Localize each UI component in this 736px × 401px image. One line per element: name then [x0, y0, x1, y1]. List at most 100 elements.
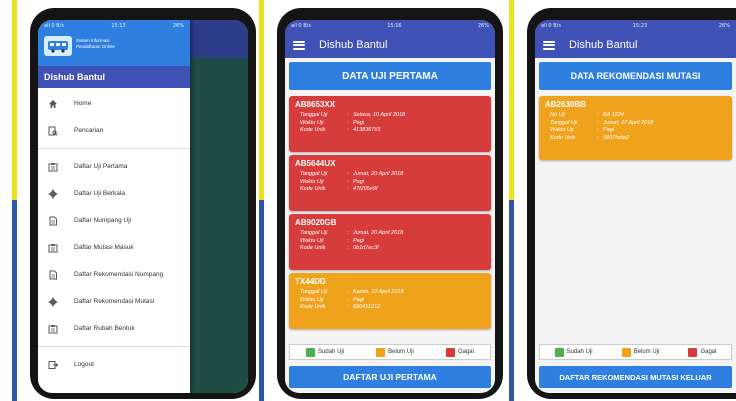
value-waktu: Pagi [353, 178, 365, 185]
card-row-waktu: Waktu Uji: Pagi [295, 120, 485, 128]
card-row-kode: Kode Unik:0b1d7ec3f [295, 245, 485, 253]
home-icon [48, 99, 58, 109]
drawer-header-line-2: Pendaftaran Online [76, 44, 115, 49]
vehicle-plate: AB5644UX [295, 159, 336, 168]
legend-item-belum-uji: Belum Uji [376, 347, 414, 357]
menu-label: Daftar Numpang Uji [74, 217, 132, 224]
legend-label: Sudah Uji [566, 349, 593, 355]
vehicle-plate: AB8653XX [295, 100, 336, 109]
value-tanggal: Kamis, 23 April 2018 [353, 289, 404, 295]
card-row-tanggal: Tanggal Uji: Kamis, 23 April 2018 [295, 289, 485, 297]
card-row-waktu: Waktu Uji: Pagi [545, 127, 726, 135]
menu-label: Daftar Rekomendasi Numpang [74, 271, 164, 278]
menu-item-logout[interactable]: Logout [38, 351, 190, 378]
search-doc-icon [48, 126, 58, 136]
navigation-drawer: all 0 B/s 15:13 26% Sistem Informasi Pen… [38, 20, 190, 393]
document-icon [48, 270, 58, 280]
vehicle-card[interactable]: AB8653XX Tanggal Uji: Selasa, 10 April 20… [289, 96, 491, 152]
bus-icon [48, 41, 68, 53]
legend-swatch-red [688, 347, 698, 357]
status-signal: all 0 B/s [44, 23, 64, 29]
card-row-waktu: Waktu Uji: Pagi [295, 297, 485, 305]
clipboard-icon [48, 243, 58, 253]
label-tanggal: Tanggal Uji [300, 171, 328, 177]
app-bar-title: Dishub Bantul [569, 39, 638, 51]
drawer-menu: Home Pencarian Daftar Uji Pertama Daftar… [38, 88, 190, 378]
vehicle-card[interactable]: AB2630BB No Uji: BA 1224 Tanggal Uji: Juma… [539, 96, 732, 160]
legend-item-sudah-uji: Sudah Uji [554, 347, 593, 357]
logout-icon [48, 360, 58, 370]
status-bar: all 0 B/s 15:13 26% [38, 20, 190, 32]
label-tanggal: Tanggal Uji [550, 119, 578, 126]
label-tanggal: Tanggal Uji [300, 289, 328, 295]
value-waktu: Pagi [603, 127, 615, 133]
value-kode: 680411212 [353, 304, 381, 310]
app-bar: Dishub Bantul [535, 32, 736, 58]
card-row-tanggal: Tanggal Uji: Jumat, 20 April 2018 [295, 230, 485, 238]
vehicle-card[interactable]: TX44DD Tanggal Uji: Kamis, 23 April 2018 … [289, 273, 491, 329]
menu-label: Daftar Rekomendasi Mutasi [74, 298, 155, 305]
section-banner: DATA UJI PERTAMA [289, 62, 491, 90]
status-battery: 26% [718, 23, 730, 29]
status-time: 15:13 [111, 23, 126, 29]
legend-label: Gagal [700, 349, 717, 355]
value-waktu: Pagi [353, 119, 365, 126]
menu-item-home[interactable]: Home [38, 90, 190, 117]
menu-item-daftar-numpang-uji[interactable]: Daftar Numpang Uji [38, 207, 190, 234]
clipboard-icon [48, 324, 58, 334]
menu-item-daftar-rekomendasi-mutasi[interactable]: Daftar Rekomendasi Mutasi [38, 288, 190, 315]
accent-stripe-yellow-3 [509, 0, 514, 200]
drawer-header: Sistem Informasi Pendaftaran Online [38, 32, 190, 66]
legend-label: Belum Uji [388, 349, 414, 355]
label-waktu: Waktu Uji [300, 119, 324, 126]
card-row-waktu: Waktu Uji: Pagi [295, 238, 485, 246]
label-kode: Kode Unik [550, 134, 576, 141]
status-legend: Sudah Uji Belum Uji Gagal [289, 344, 491, 360]
daftar-rekomendasi-mutasi-keluar-button[interactable]: DAFTAR REKOMENDASI MUTASI KELUAR [539, 366, 732, 388]
vehicle-card[interactable]: AB5644UX Tanggal Uji: Jumat, 20 April 201… [289, 155, 491, 211]
label-nouji: No Uji [550, 112, 565, 118]
menu-item-daftar-uji-berkala[interactable]: Daftar Uji Berkala [38, 180, 190, 207]
card-row-kode: Kode Unik:9897fada2 [545, 135, 726, 143]
status-battery: 26% [477, 23, 489, 29]
app-bar-title: Dishub Bantul [319, 39, 388, 51]
menu-item-daftar-mutasi-masuk[interactable]: Daftar Mutasi Masuk [38, 234, 190, 261]
vehicle-card[interactable]: AB9020GB Tanggal Uji: Jumat, 20 April 201… [289, 214, 491, 270]
value-tanggal: Jumat, 27 April 2018 [603, 119, 654, 126]
screenshot-collage: all 0 B/s 15:13 26% Sistem Informasi Pen… [0, 0, 736, 401]
value-tanggal: Selasa, 10 April 2018 [353, 112, 406, 118]
legend-swatch-green [306, 347, 316, 357]
vehicle-plate: AB2630BB [545, 100, 586, 109]
menu-item-pencarian[interactable]: Pencarian [38, 117, 190, 144]
value-kode: 47f205e9f [353, 186, 378, 192]
status-signal: all 0 B/s [541, 23, 561, 29]
legend-item-gagal: Gagal [688, 347, 717, 357]
hamburger-menu-icon[interactable] [293, 40, 305, 50]
section-banner: DATA REKOMENDASI MUTASI [539, 62, 732, 90]
daftar-uji-pertama-button[interactable]: DAFTAR UJI PERTAMA [289, 366, 491, 388]
phone-uji-pertama-screen: all 0 B/s 15:16 26% Dishub Bantul DATA U… [285, 20, 495, 393]
value-tanggal: Jumat, 20 April 2018 [353, 230, 404, 236]
card-row-kode: Kode Unik:680411212 [295, 304, 485, 312]
legend-swatch-orange [621, 347, 631, 357]
label-kode: Kode Unik [300, 186, 326, 192]
legend-swatch-orange [376, 347, 386, 357]
menu-label: Pencarian [74, 127, 104, 134]
status-time: 15:16 [387, 23, 402, 29]
phone-drawer: all 0 B/s 15:13 26% Sistem Informasi Pen… [30, 8, 256, 399]
menu-item-daftar-rekomendasi-numpang[interactable]: Daftar Rekomendasi Numpang [38, 261, 190, 288]
menu-item-daftar-uji-pertama[interactable]: Daftar Uji Pertama [38, 153, 190, 180]
accent-stripe-blue-1 [12, 200, 17, 401]
document-icon [48, 216, 58, 226]
phone-rekomendasi-mutasi: all 0 B/s 15:23 26% Dishub Bantul DATA R… [527, 8, 736, 399]
label-tanggal: Tanggal Uji [300, 112, 328, 118]
label-tanggal: Tanggal Uji [300, 230, 328, 236]
card-row-tanggal: Tanggal Uji: Jumat, 20 April 2018 [295, 171, 485, 179]
menu-label: Daftar Rubah Bentuk [74, 325, 135, 332]
hamburger-menu-icon[interactable] [543, 40, 555, 50]
app-logo [44, 36, 72, 56]
card-row-nouji: No Uji: BA 1224 [545, 112, 726, 120]
value-kode: 413836765 [353, 127, 381, 133]
menu-item-daftar-rubah-bentuk[interactable]: Daftar Rubah Bentuk [38, 315, 190, 342]
menu-label: Logout [74, 361, 94, 368]
